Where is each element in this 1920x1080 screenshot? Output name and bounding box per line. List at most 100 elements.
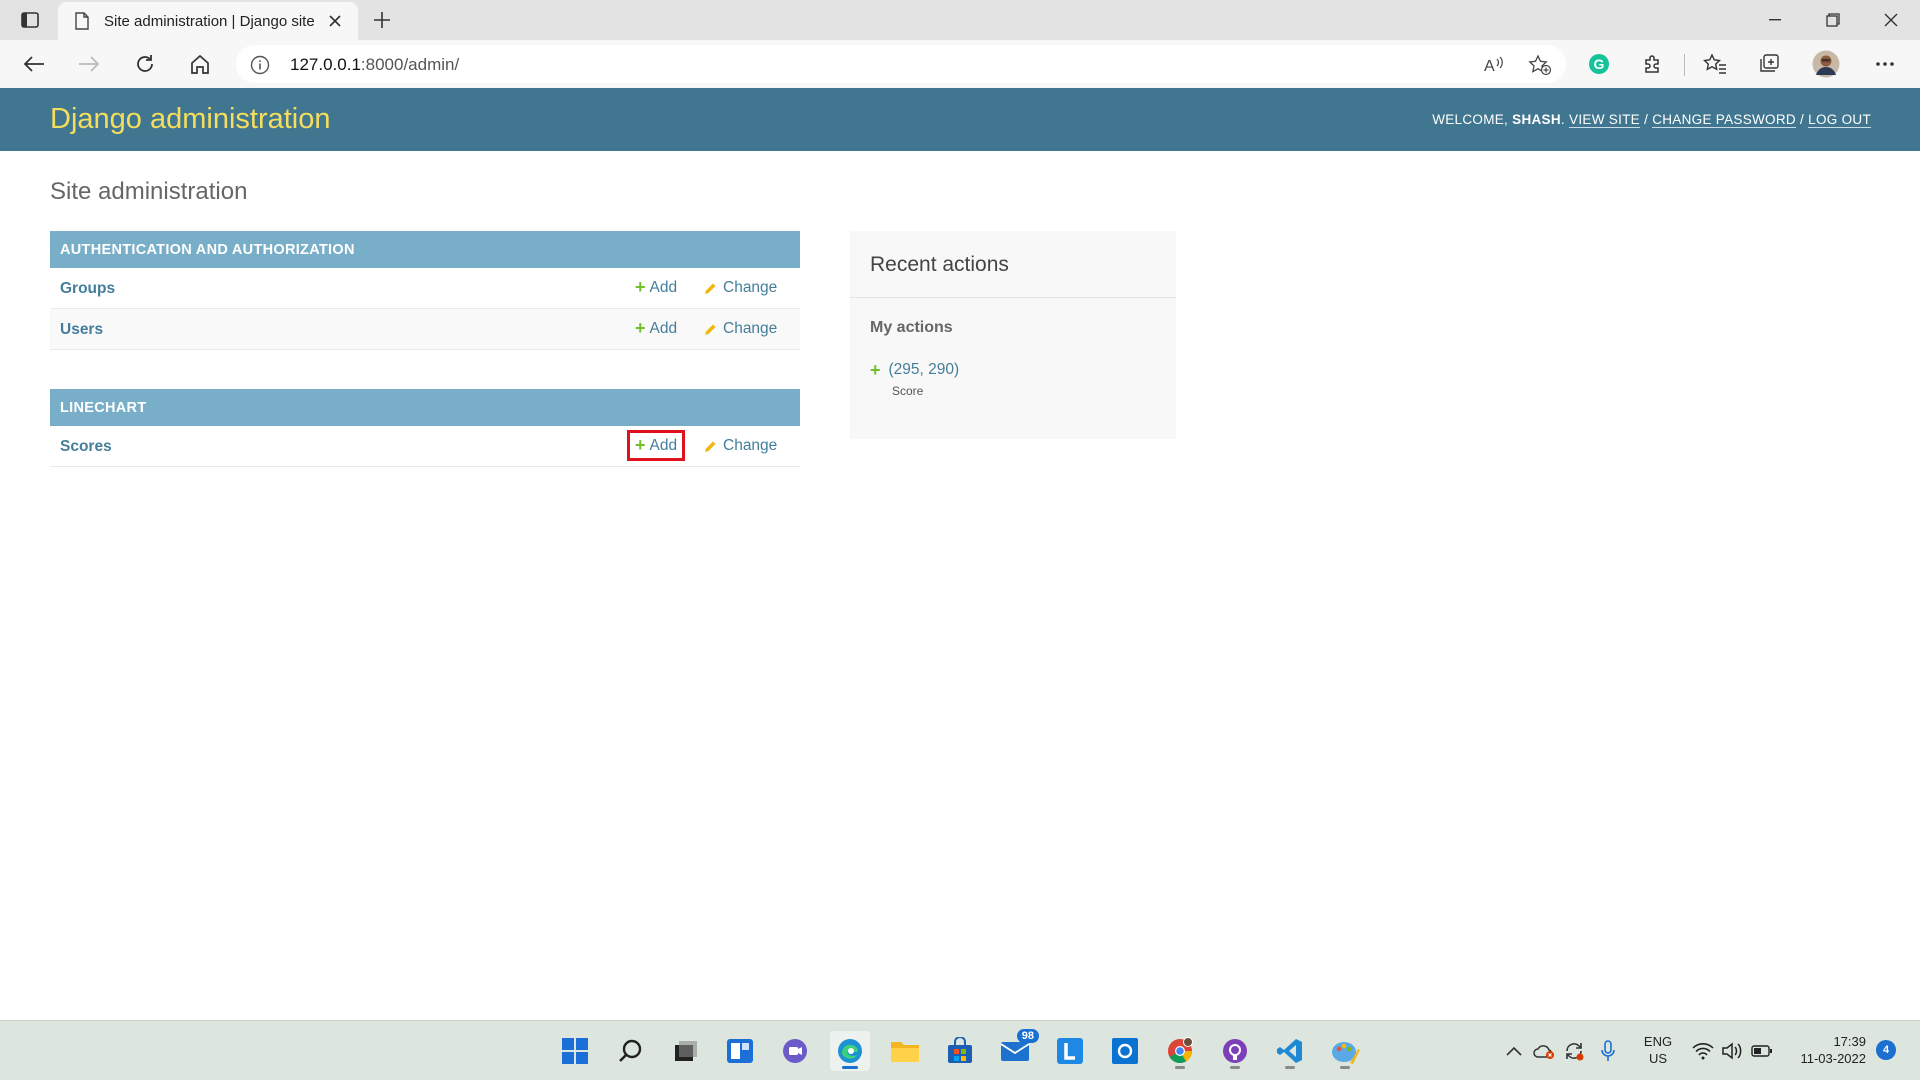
change-button-groups[interactable]: Change: [704, 279, 777, 297]
search-icon[interactable]: [610, 1031, 650, 1071]
vscode-icon[interactable]: [1270, 1031, 1310, 1071]
plus-icon: +: [635, 318, 646, 338]
l-app-icon[interactable]: [1050, 1031, 1090, 1071]
url-text[interactable]: 127.0.0.1:8000/admin/: [290, 55, 459, 75]
wifi-icon[interactable]: [1691, 1039, 1715, 1063]
change-button-scores[interactable]: Change: [704, 437, 777, 455]
read-aloud-icon[interactable]: A: [1480, 53, 1508, 77]
model-link-groups[interactable]: Groups: [60, 280, 115, 298]
favorites-icon[interactable]: [1700, 50, 1730, 78]
home-icon[interactable]: [182, 48, 218, 80]
add-button-users[interactable]: + Add: [627, 313, 685, 344]
tab-actions-icon[interactable]: [14, 8, 46, 32]
recent-action-link[interactable]: (295, 290): [889, 361, 960, 379]
collections-icon[interactable]: [1755, 50, 1785, 78]
module-caption[interactable]: Linechart: [50, 389, 800, 426]
sync-icon[interactable]: [1562, 1039, 1586, 1063]
close-window-icon[interactable]: [1868, 4, 1914, 36]
model-link-users[interactable]: Users: [60, 321, 103, 339]
admin-header: Django administration Welcome, shash. Vi…: [0, 88, 1920, 151]
refresh-icon[interactable]: [127, 48, 163, 80]
microphone-icon[interactable]: [1596, 1039, 1620, 1063]
svg-text:A: A: [1484, 58, 1495, 74]
restore-icon[interactable]: [1810, 4, 1856, 36]
show-hidden-icons[interactable]: [1502, 1039, 1526, 1063]
active-indicator: [842, 1066, 858, 1069]
more-menu-icon[interactable]: [1870, 50, 1900, 78]
username: shash: [1512, 112, 1561, 127]
log-out-link[interactable]: Log out: [1808, 112, 1871, 128]
welcome-text: Welcome,: [1432, 112, 1509, 127]
separator: /: [1644, 112, 1649, 127]
browser-tab[interactable]: Site administration | Django site: [58, 2, 358, 40]
svg-text:G: G: [1594, 56, 1605, 72]
add-label: Add: [649, 320, 678, 337]
add-button-scores[interactable]: + Add: [627, 430, 686, 461]
view-site-link[interactable]: View site: [1569, 112, 1640, 128]
running-indicator: [1340, 1066, 1350, 1069]
table-row: Groups + Add Change: [50, 268, 800, 309]
teams-chat-icon[interactable]: [775, 1031, 815, 1071]
recent-action-entry[interactable]: + (295, 290): [870, 361, 959, 379]
site-branding[interactable]: Django administration: [50, 103, 330, 136]
github-desktop-icon[interactable]: [1215, 1031, 1255, 1071]
url-path: :8000/admin/: [360, 55, 460, 74]
model-link-scores[interactable]: Scores: [60, 438, 112, 456]
add-button-groups[interactable]: + Add: [627, 272, 685, 303]
module-caption[interactable]: Authentication and Authorization: [50, 231, 800, 268]
mail-icon[interactable]: 98: [995, 1029, 1039, 1071]
task-view-icon[interactable]: [665, 1031, 705, 1071]
browser-tab-bar: Site administration | Django site: [0, 0, 1920, 40]
module-linechart: Linechart Scores + Add Change: [50, 389, 800, 467]
cortana-icon[interactable]: [1105, 1031, 1145, 1071]
file-explorer-icon[interactable]: [885, 1031, 925, 1071]
region-code: US: [1648, 1051, 1668, 1066]
paint-icon[interactable]: [1325, 1031, 1365, 1071]
battery-icon[interactable]: [1750, 1039, 1774, 1063]
volume-icon[interactable]: [1720, 1039, 1744, 1063]
add-label: Add: [649, 279, 678, 296]
onedrive-icon[interactable]: [1532, 1039, 1556, 1063]
module-auth: Authentication and Authorization Groups …: [50, 231, 800, 350]
edge-icon[interactable]: [830, 1031, 870, 1071]
table-row: Scores + Add Change: [50, 426, 800, 467]
separator: /: [1800, 112, 1805, 127]
new-tab-icon[interactable]: [368, 6, 396, 34]
change-button-users[interactable]: Change: [704, 320, 777, 338]
clock[interactable]: 17:39 11-03-2022: [1790, 1033, 1866, 1067]
change-password-link[interactable]: Change password: [1652, 112, 1796, 128]
address-bar[interactable]: 127.0.0.1:8000/admin/ A: [236, 45, 1566, 83]
start-icon[interactable]: [555, 1031, 595, 1071]
recent-actions-title: Recent actions: [870, 253, 1009, 276]
plus-icon: +: [870, 359, 881, 380]
extensions-icon[interactable]: [1638, 50, 1668, 78]
page-icon: [75, 12, 89, 30]
change-label: Change: [723, 279, 778, 296]
running-indicator: [1285, 1066, 1295, 1069]
change-label: Change: [723, 437, 778, 454]
add-favorite-icon[interactable]: [1526, 53, 1554, 77]
toolbar-separator: [1684, 54, 1685, 76]
chrome-icon[interactable]: [1160, 1031, 1200, 1071]
plus-icon: +: [635, 277, 646, 297]
microsoft-store-icon[interactable]: [940, 1031, 980, 1071]
back-icon[interactable]: [16, 48, 52, 80]
change-label: Change: [723, 320, 778, 337]
notification-badge[interactable]: 4: [1876, 1040, 1896, 1060]
pencil-icon: [705, 441, 716, 452]
language-indicator[interactable]: ENG US: [1640, 1033, 1676, 1067]
table-row: Users + Add Change: [50, 309, 800, 350]
forward-icon[interactable]: [71, 48, 107, 80]
site-info-icon[interactable]: [250, 55, 270, 75]
widgets-icon[interactable]: [720, 1031, 760, 1071]
language-code: ENG: [1643, 1034, 1673, 1049]
date: 11-03-2022: [1800, 1051, 1866, 1066]
minimize-icon[interactable]: [1752, 4, 1798, 36]
plus-icon: +: [635, 435, 646, 455]
recent-actions-panel: Recent actions My actions + (295, 290) Sc…: [850, 231, 1176, 439]
pencil-icon: [705, 283, 716, 294]
close-tab-icon[interactable]: [326, 12, 344, 30]
profile-avatar[interactable]: [1811, 50, 1841, 78]
running-indicator: [1175, 1066, 1185, 1069]
grammarly-icon[interactable]: G: [1584, 50, 1614, 78]
